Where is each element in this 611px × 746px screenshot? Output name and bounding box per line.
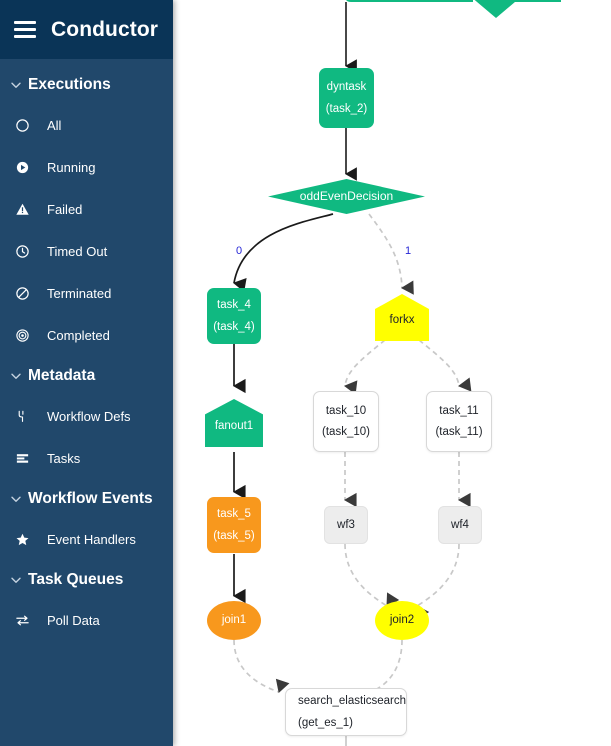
workflow-branch-icon [12, 406, 32, 426]
graph-node-wf3[interactable]: wf3 [324, 506, 368, 544]
graph-node-fanout1[interactable]: fanout1 [205, 399, 263, 447]
edge-label-branch-0: 0 [236, 245, 243, 257]
node-label: dyntask [326, 81, 367, 94]
edge-label-branch-1: 1 [405, 245, 412, 257]
sidebar-item-label: Failed [47, 201, 83, 217]
sidebar-section-executions[interactable]: Executions [0, 65, 173, 104]
warning-triangle-icon [12, 199, 32, 219]
chevron-down-icon [8, 368, 24, 384]
sidebar-section-metadata[interactable]: Metadata [0, 356, 173, 395]
sidebar-item-poll-data[interactable]: Poll Data [0, 599, 173, 641]
graph-node-forkx[interactable]: forkx [375, 294, 429, 341]
no-entry-icon [12, 283, 32, 303]
sidebar-item-label: Workflow Defs [47, 408, 131, 424]
sidebar-item-label: All [47, 117, 62, 133]
graph-node-join2[interactable]: join2 [375, 601, 429, 640]
chevron-down-icon [8, 572, 24, 588]
sidebar: Conductor Executions All Running Failed … [0, 0, 173, 746]
node-sublabel: (get_es_1) [298, 716, 353, 729]
sidebar-item-running[interactable]: Running [0, 146, 173, 188]
graph-node-oddevendecision[interactable]: oddEvenDecision [268, 179, 425, 214]
sidebar-section-title: Metadata [28, 367, 96, 384]
sidebar-item-event-handlers[interactable]: Event Handlers [0, 518, 173, 560]
graph-node-wf4[interactable]: wf4 [438, 506, 482, 544]
sidebar-item-all[interactable]: All [0, 104, 173, 146]
graph-node-task-10[interactable]: task_10 (task_10) [313, 391, 379, 452]
clock-icon [12, 241, 32, 261]
node-label: search_elasticsearch [298, 695, 407, 708]
sidebar-item-label: Timed Out [47, 243, 108, 259]
sidebar-header: Conductor [0, 0, 173, 59]
chevron-down-icon [8, 77, 24, 93]
node-label: oddEvenDecision [299, 189, 394, 204]
node-label: join2 [389, 614, 415, 627]
list-rows-icon [12, 448, 32, 468]
sidebar-nav: Executions All Running Failed Timed Out … [0, 59, 173, 641]
sidebar-item-completed[interactable]: Completed [0, 314, 173, 356]
sidebar-section-task-queues[interactable]: Task Queues [0, 560, 173, 599]
sidebar-section-title: Workflow Events [28, 490, 153, 507]
workflow-canvas[interactable]: dyntask (task_2) oddEvenDecision 0 1 tas… [173, 0, 611, 746]
sidebar-section-title: Executions [28, 76, 111, 93]
node-label: task_4 [217, 299, 251, 312]
graph-node-task-4[interactable]: task_4 (task_4) [207, 288, 261, 344]
node-sublabel: (task_10) [322, 426, 370, 438]
hamburger-icon[interactable] [14, 21, 36, 38]
node-label: task_10 [325, 404, 367, 417]
node-sublabel: (task_4) [213, 320, 255, 333]
sidebar-item-label: Terminated [47, 285, 112, 301]
chevron-down-icon [8, 491, 24, 507]
node-label: fanout1 [214, 419, 254, 432]
node-label: wf4 [451, 518, 469, 531]
sidebar-item-label: Poll Data [47, 612, 100, 628]
graph-node-join1[interactable]: join1 [207, 601, 261, 640]
sidebar-item-label: Tasks [47, 450, 81, 466]
node-label: join1 [221, 614, 247, 627]
node-label: task_5 [217, 508, 251, 521]
sidebar-item-failed[interactable]: Failed [0, 188, 173, 230]
sidebar-item-label: Running [47, 159, 96, 175]
play-circle-icon [12, 157, 32, 177]
exchange-arrows-icon [12, 610, 32, 630]
graph-node-task-11[interactable]: task_11 (task_11) [426, 391, 492, 452]
graph-node-dyntask[interactable]: dyntask (task_2) [319, 68, 374, 128]
workflow-graph: dyntask (task_2) oddEvenDecision 0 1 tas… [173, 0, 611, 746]
graph-node-search-elasticsearch[interactable]: search_elasticsearch (get_es_1) [285, 688, 407, 736]
node-sublabel: (task_5) [213, 529, 255, 542]
node-label: forkx [389, 314, 415, 327]
node-label: task_11 [439, 404, 479, 417]
brand-title: Conductor [51, 17, 159, 41]
sidebar-item-label: Completed [47, 327, 110, 343]
node-sublabel: (task_2) [325, 102, 368, 115]
sidebar-section-title: Task Queues [28, 571, 124, 588]
sidebar-item-workflow-defs[interactable]: Workflow Defs [0, 395, 173, 437]
sidebar-item-timed-out[interactable]: Timed Out [0, 230, 173, 272]
node-label: wf3 [337, 518, 355, 531]
sidebar-item-terminated[interactable]: Terminated [0, 272, 173, 314]
sidebar-item-tasks[interactable]: Tasks [0, 437, 173, 479]
circle-icon [12, 115, 32, 135]
graph-node-task-5[interactable]: task_5 (task_5) [207, 497, 261, 553]
conductor-app: Conductor Executions All Running Failed … [0, 0, 611, 746]
sidebar-item-label: Event Handlers [47, 531, 136, 547]
star-icon [12, 529, 32, 549]
node-sublabel: (task_11) [435, 426, 483, 438]
sidebar-section-workflow-events[interactable]: Workflow Events [0, 479, 173, 518]
target-circle-icon [12, 325, 32, 345]
